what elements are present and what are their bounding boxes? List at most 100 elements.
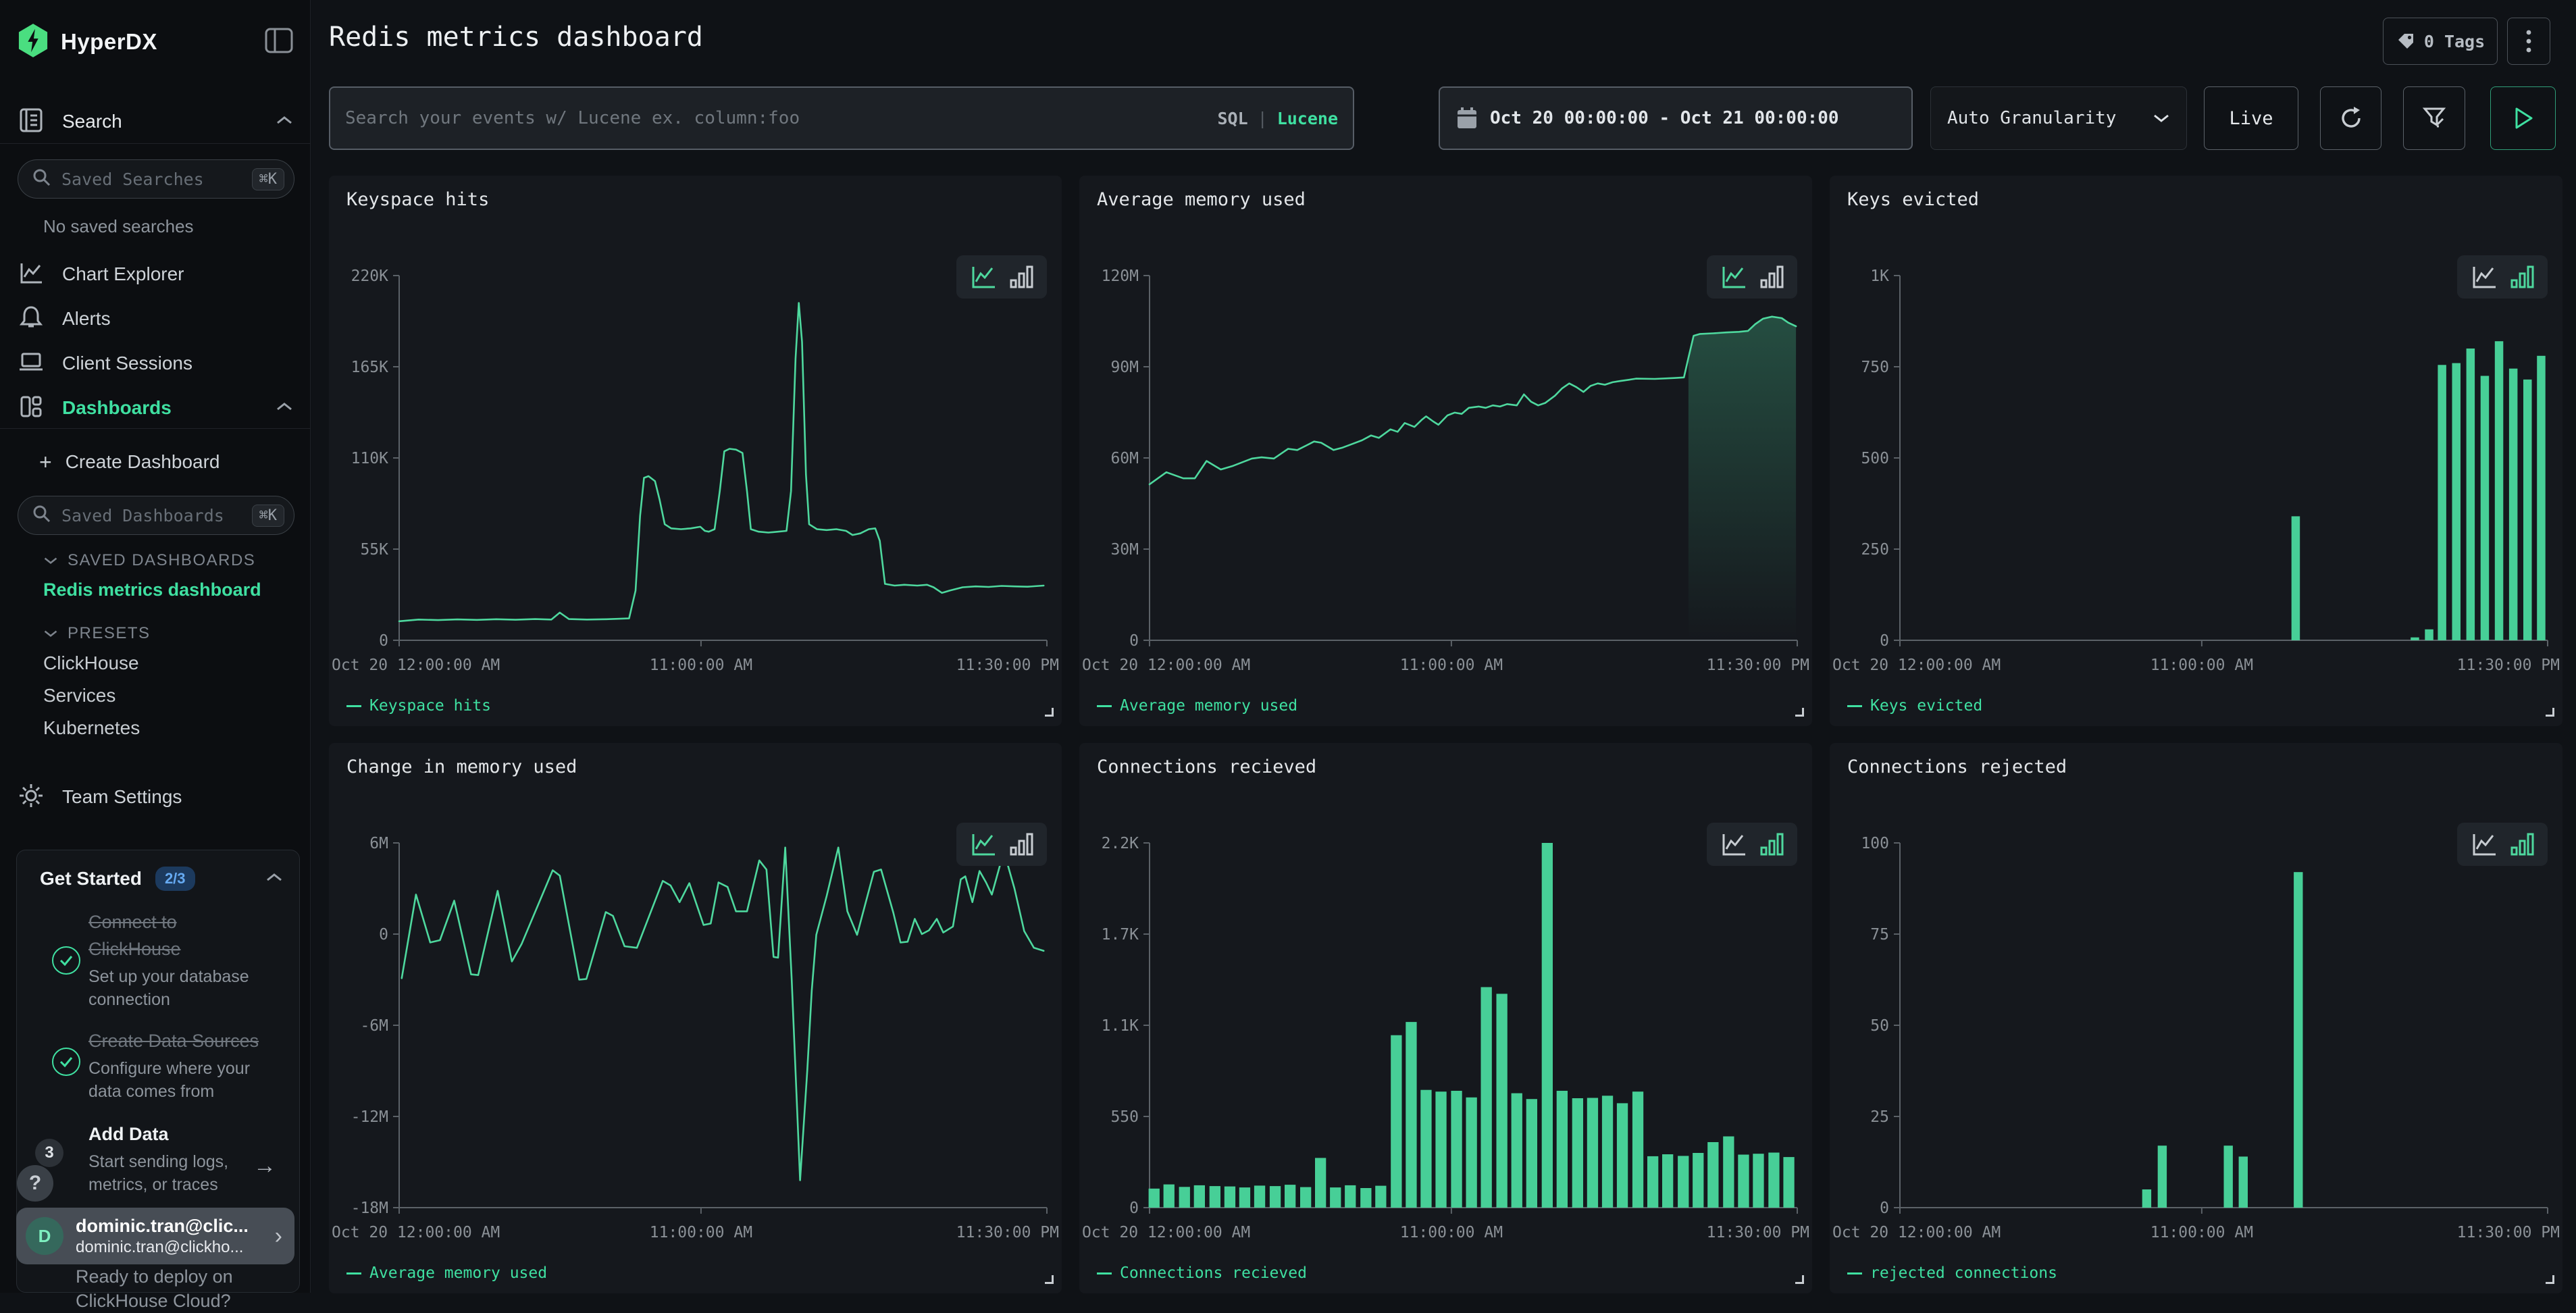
event-search-input[interactable] <box>345 108 1217 128</box>
panel-connections-recieved: Connections recieved2.2K1.7K1.1K5500Oct … <box>1079 743 1812 1293</box>
svg-text:75: 75 <box>1870 926 1889 944</box>
sidebar-item-chart-explorer[interactable]: Chart Explorer <box>0 258 311 290</box>
sidebar-item-dashboards[interactable]: Dashboards <box>0 392 311 424</box>
event-search-box: SQL | Lucene <box>329 86 1354 150</box>
svg-text:Oct 20 12:00:00 AM: Oct 20 12:00:00 AM <box>1832 656 2001 674</box>
notification-count-badge[interactable]: 3 <box>35 1139 63 1167</box>
create-dashboard-button[interactable]: + Create Dashboard <box>0 446 311 478</box>
line-chart-icon[interactable] <box>1719 262 1749 292</box>
sidebar-collapse-icon[interactable] <box>265 28 293 57</box>
sidebar-item-clickhouse[interactable]: ClickHouse <box>43 652 139 674</box>
team-settings-label: Team Settings <box>62 786 182 808</box>
bar-chart-icon[interactable] <box>2510 829 2535 859</box>
line-chart-icon[interactable] <box>1719 829 1749 859</box>
sidebar-item-client-sessions[interactable]: Client Sessions <box>0 347 311 380</box>
live-button[interactable]: Live <box>2204 86 2298 150</box>
sidebar-item-alerts[interactable]: Alerts <box>0 303 311 335</box>
svg-text:11:30:00 PM: 11:30:00 PM <box>2457 656 2560 674</box>
laptop-icon <box>18 349 45 379</box>
chevron-right-icon: › <box>275 1223 282 1250</box>
task-connect-clickhouse[interactable]: Connect to ClickHouse Set up your databa… <box>40 908 279 1011</box>
run-query-button[interactable] <box>2490 86 2556 150</box>
plus-icon: + <box>39 450 52 475</box>
shortcut-badge: ⌘K <box>252 505 285 527</box>
line-chart-icon[interactable] <box>969 262 998 292</box>
sidebar-item-redis-dashboard[interactable]: Redis metrics dashboard <box>43 580 261 600</box>
sidebar-item-services[interactable]: Services <box>43 685 115 706</box>
line-chart-icon <box>18 259 45 290</box>
tags-button[interactable]: 0 Tags <box>2383 18 2498 65</box>
svg-text:11:00:00 AM: 11:00:00 AM <box>2150 1224 2253 1241</box>
task-title: Connect to ClickHouse <box>88 908 251 962</box>
resize-handle[interactable] <box>1045 708 1054 717</box>
svg-text:-18M: -18M <box>351 1200 388 1217</box>
chart-legend: Keyspace hits <box>346 697 491 715</box>
chart-area[interactable]: 1007550250Oct 20 12:00:00 AM11:00:00 AM1… <box>1830 823 2562 1255</box>
line-chart-icon[interactable] <box>2469 829 2499 859</box>
saved-dashboards-input[interactable] <box>61 506 252 525</box>
svg-text:250: 250 <box>1861 541 1889 559</box>
panel-title: Average memory used <box>1097 189 1306 210</box>
user-name: dominic.tran@clic... <box>76 1216 269 1237</box>
chart-area[interactable]: 2.2K1.7K1.1K5500Oct 20 12:00:00 AM11:00:… <box>1079 823 1812 1255</box>
task-create-data-sources[interactable]: Create Data Sources Configure where your… <box>40 1027 279 1103</box>
date-range-value: Oct 20 00:00:00 - Oct 21 00:00:00 <box>1490 108 1839 128</box>
chart-area[interactable]: 220K165K110K55K0Oct 20 12:00:00 AM11:00:… <box>329 255 1062 688</box>
resize-handle[interactable] <box>1795 1275 1804 1284</box>
svg-text:1.1K: 1.1K <box>1102 1017 1139 1035</box>
check-circle-icon <box>52 1048 80 1076</box>
resize-handle[interactable] <box>1045 1275 1054 1284</box>
svg-text:11:00:00 AM: 11:00:00 AM <box>650 1224 752 1241</box>
gear-icon <box>18 782 45 813</box>
date-range-picker[interactable]: Oct 20 00:00:00 - Oct 21 00:00:00 <box>1439 86 1913 150</box>
create-dashboard-label: Create Dashboard <box>66 451 220 473</box>
svg-text:11:30:00 PM: 11:30:00 PM <box>1707 656 1809 674</box>
user-menu[interactable]: D dominic.tran@clic... dominic.tran@clic… <box>16 1208 294 1264</box>
bar-chart-icon[interactable] <box>1759 829 1785 859</box>
kebab-menu-button[interactable] <box>2507 18 2550 65</box>
resize-handle[interactable] <box>1795 708 1804 717</box>
granularity-select[interactable]: Auto Granularity <box>1930 86 2187 150</box>
saved-searches-search[interactable]: ⌘K <box>18 159 294 199</box>
saved-searches-input[interactable] <box>61 170 252 189</box>
sidebar-item-team-settings[interactable]: Team Settings <box>0 781 311 813</box>
chart-area[interactable]: 120M90M60M30M0Oct 20 12:00:00 AM11:00:00… <box>1079 255 1812 688</box>
get-started-header[interactable]: Get Started 2/3 <box>40 867 283 891</box>
lucene-toggle[interactable]: Lucene <box>1277 109 1338 128</box>
help-button[interactable]: ? <box>17 1165 53 1202</box>
divider <box>0 428 311 429</box>
bar-chart-icon[interactable] <box>1009 829 1035 859</box>
legend-label: Average memory used <box>1120 697 1297 715</box>
chart-legend: Average memory used <box>1097 697 1297 715</box>
bar-chart-icon[interactable] <box>1759 262 1785 292</box>
saved-dashboards-section[interactable]: SAVED DASHBOARDS <box>43 551 255 570</box>
resize-handle[interactable] <box>2546 1275 2554 1284</box>
shortcut-badge: ⌘K <box>252 168 285 190</box>
presets-section[interactable]: PRESETS <box>43 624 151 643</box>
sidebar-item-kubernetes[interactable]: Kubernetes <box>43 717 140 739</box>
task-add-data[interactable]: Add Data Start sending logs, metrics, or… <box>40 1121 279 1196</box>
svg-text:750: 750 <box>1861 359 1889 376</box>
chart-area[interactable]: 1K7505002500Oct 20 12:00:00 AM11:00:00 A… <box>1830 255 2562 688</box>
filter-button[interactable] <box>2403 86 2465 150</box>
bar-chart-icon[interactable] <box>1009 262 1035 292</box>
granularity-value: Auto Granularity <box>1947 108 2153 128</box>
line-chart-icon[interactable] <box>2469 262 2499 292</box>
chevron-up-icon <box>276 401 293 415</box>
sidebar-item-label: Alerts <box>62 308 111 330</box>
line-chart-icon[interactable] <box>969 829 998 859</box>
bar-chart-icon[interactable] <box>2510 262 2535 292</box>
svg-text:Oct 20 12:00:00 AM: Oct 20 12:00:00 AM <box>332 1224 500 1241</box>
live-label: Live <box>2229 108 2273 129</box>
sidebar-item-search[interactable]: Search <box>0 105 311 138</box>
saved-dashboards-search[interactable]: ⌘K <box>18 496 294 535</box>
svg-text:500: 500 <box>1861 450 1889 467</box>
svg-text:0: 0 <box>1129 632 1139 650</box>
sidebar-item-label: Dashboards <box>62 397 172 419</box>
chart-area[interactable]: 6M0-6M-12M-18MOct 20 12:00:00 AM11:00:00… <box>329 823 1062 1255</box>
sql-toggle[interactable]: SQL <box>1217 109 1247 128</box>
refresh-button[interactable] <box>2320 86 2381 150</box>
resize-handle[interactable] <box>2546 708 2554 717</box>
svg-text:11:00:00 AM: 11:00:00 AM <box>1400 656 1503 674</box>
svg-text:90M: 90M <box>1110 359 1139 376</box>
